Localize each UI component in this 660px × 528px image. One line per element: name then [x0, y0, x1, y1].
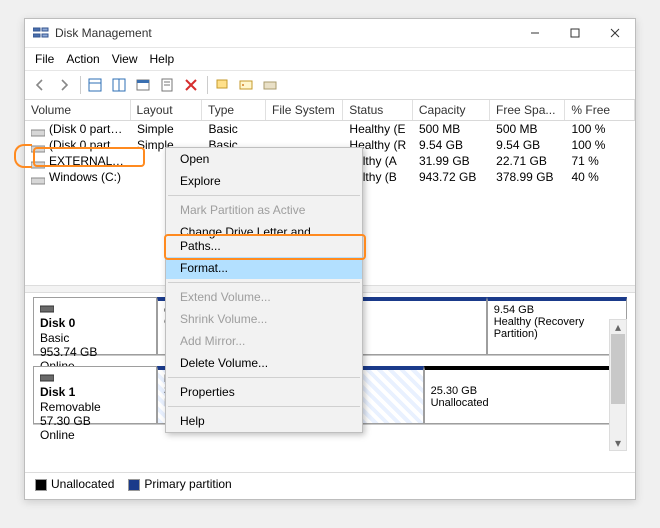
menu-action[interactable]: Action	[66, 52, 99, 66]
ctx-add-mirror: Add Mirror...	[166, 330, 362, 352]
col-capacity[interactable]: Capacity	[413, 100, 490, 120]
drive-icon	[31, 126, 45, 134]
removable-icon	[40, 371, 54, 385]
minimize-button[interactable]	[515, 19, 555, 47]
col-filesystem[interactable]: File System	[266, 100, 343, 120]
hdd-icon	[40, 302, 54, 316]
col-layout[interactable]: Layout	[131, 100, 203, 120]
properties-icon[interactable]	[156, 75, 178, 95]
col-status[interactable]: Status	[343, 100, 413, 120]
show-hide-icon[interactable]	[108, 75, 130, 95]
drive-icon	[31, 174, 45, 182]
ctx-explore[interactable]: Explore	[166, 170, 362, 192]
scroll-up-icon[interactable]: ▴	[610, 320, 626, 334]
close-button[interactable]	[595, 19, 635, 47]
app-icon	[33, 26, 49, 40]
menu-help[interactable]: Help	[150, 52, 175, 66]
view-large-icon[interactable]	[84, 75, 106, 95]
ctx-help[interactable]: Help	[166, 410, 362, 432]
disk-0-label[interactable]: Disk 0 Basic 953.74 GB Online	[33, 297, 157, 355]
legend-unallocated: Unallocated	[35, 477, 114, 491]
forward-icon[interactable]	[53, 75, 75, 95]
ctx-open[interactable]: Open	[166, 148, 362, 170]
detach-icon[interactable]	[259, 75, 281, 95]
ctx-separator	[168, 195, 360, 196]
col-type[interactable]: Type	[202, 100, 266, 120]
drive-icon	[31, 158, 45, 166]
context-menu: Open Explore Mark Partition as Active Ch…	[165, 147, 363, 433]
delete-icon[interactable]	[180, 75, 202, 95]
maximize-button[interactable]	[555, 19, 595, 47]
col-volume[interactable]: Volume	[25, 100, 131, 120]
disk-management-window: Disk Management File Action View Help Vo…	[24, 18, 636, 500]
status-bar: Unallocated Primary partition	[25, 472, 635, 499]
ctx-extend: Extend Volume...	[166, 286, 362, 308]
ctx-format[interactable]: Format...	[166, 257, 362, 279]
disk1-unallocated[interactable]: 25.30 GB Unallocated	[424, 366, 627, 424]
col-free-space[interactable]: Free Spa...	[490, 100, 565, 120]
ctx-shrink: Shrink Volume...	[166, 308, 362, 330]
legend-primary: Primary partition	[128, 477, 231, 491]
menu-view[interactable]: View	[112, 52, 138, 66]
ctx-mark-active: Mark Partition as Active	[166, 199, 362, 221]
highlight-arc	[14, 144, 32, 168]
volume-list-header: Volume Layout Type File System Status Ca…	[25, 100, 635, 121]
ctx-change-letter[interactable]: Change Drive Letter and Paths...	[166, 221, 362, 257]
volume-row[interactable]: (Disk 0 partition 1) Simple Basic Health…	[25, 121, 635, 137]
action-center-icon[interactable]	[211, 75, 233, 95]
disk0-partition-recovery[interactable]: 9.54 GB Healthy (Recovery Partition)	[487, 297, 627, 355]
drive-icon	[31, 142, 45, 150]
ctx-properties[interactable]: Properties	[166, 381, 362, 403]
toolbar	[25, 71, 635, 100]
window-title: Disk Management	[55, 26, 515, 40]
back-icon[interactable]	[29, 75, 51, 95]
ctx-delete[interactable]: Delete Volume...	[166, 352, 362, 374]
menubar: File Action View Help	[25, 48, 635, 71]
scrollbar-vertical[interactable]: ▴ ▾	[609, 319, 627, 451]
ctx-separator	[168, 406, 360, 407]
col-pct-free[interactable]: % Free	[565, 100, 635, 120]
ctx-separator	[168, 282, 360, 283]
scroll-thumb[interactable]	[611, 334, 625, 404]
disk-1-label[interactable]: Disk 1 Removable 57.30 GB Online	[33, 366, 157, 424]
menu-file[interactable]: File	[35, 52, 54, 66]
titlebar[interactable]: Disk Management	[25, 19, 635, 48]
scroll-down-icon[interactable]: ▾	[610, 436, 626, 450]
rescan-icon[interactable]	[235, 75, 257, 95]
ctx-separator	[168, 377, 360, 378]
settings-icon[interactable]	[132, 75, 154, 95]
